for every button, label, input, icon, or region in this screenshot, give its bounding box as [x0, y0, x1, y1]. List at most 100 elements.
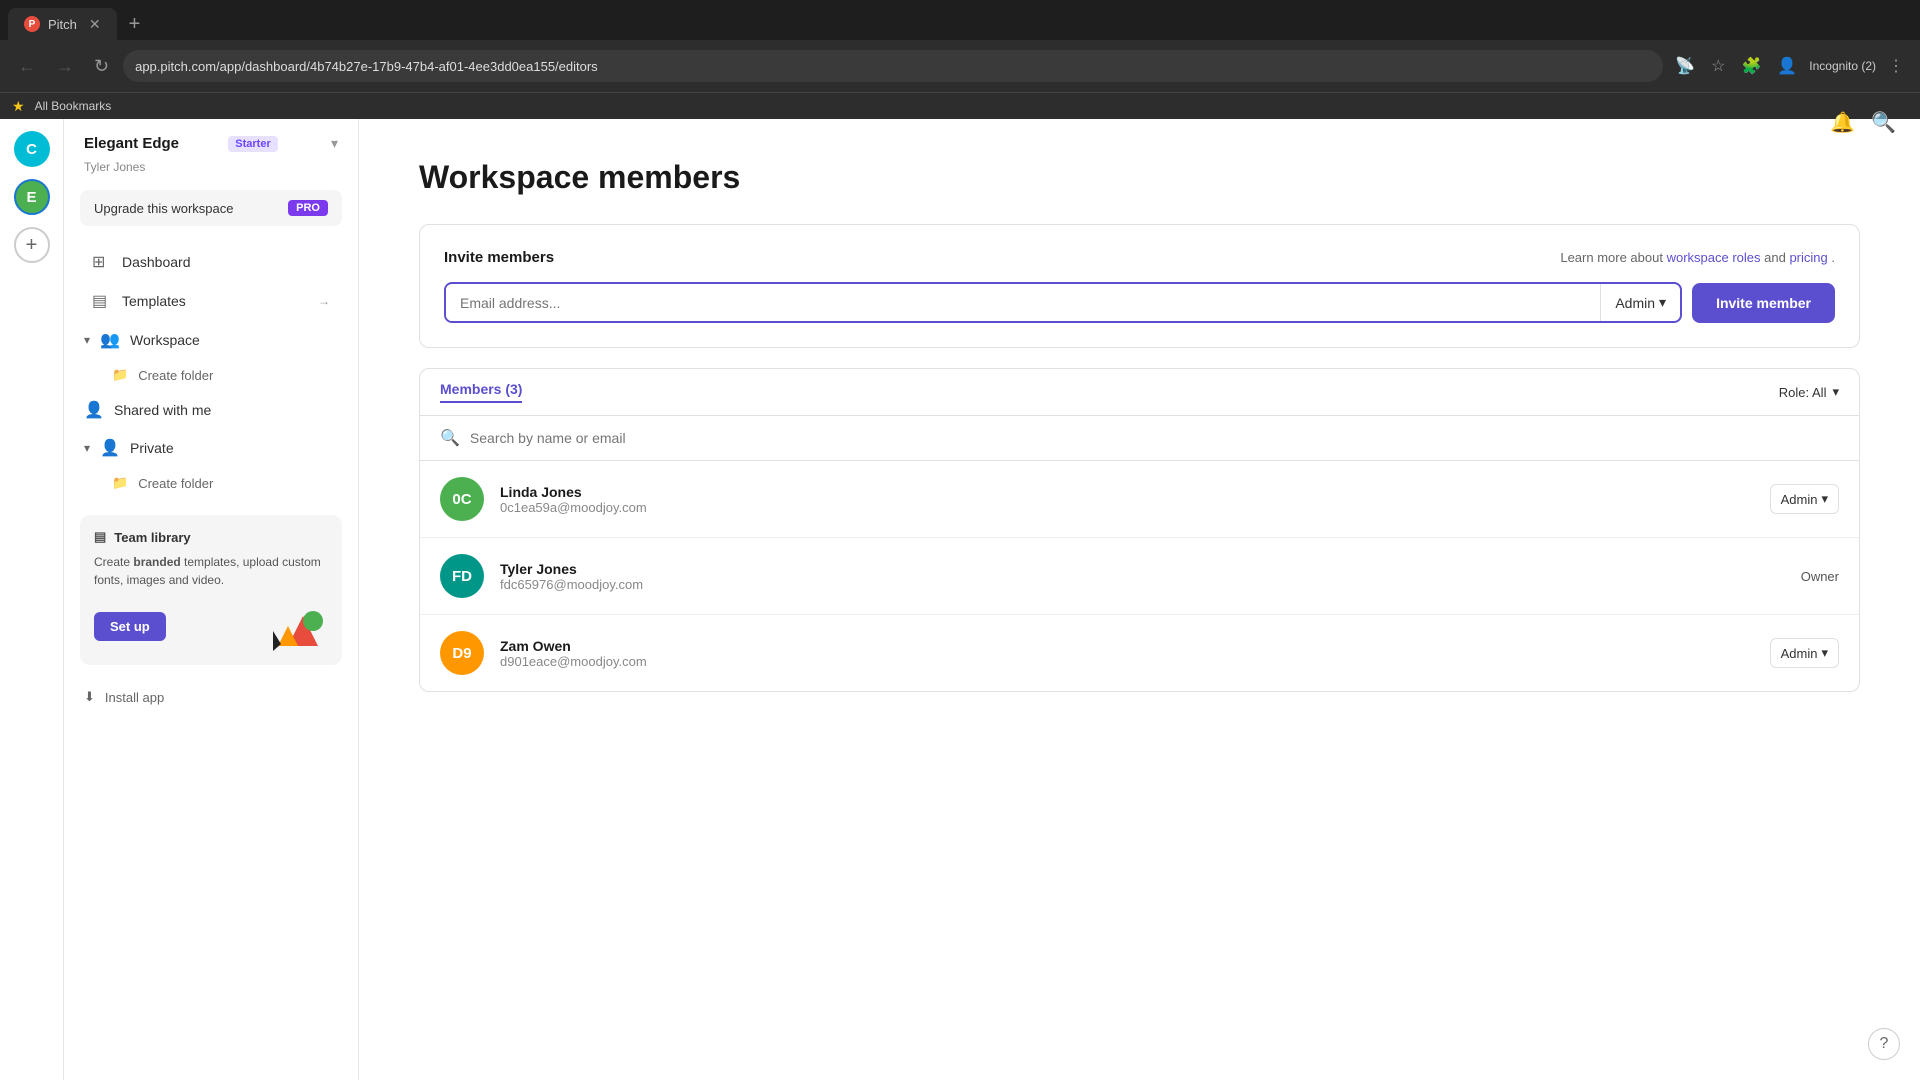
- create-folder-private-icon: 📁: [112, 475, 128, 491]
- all-bookmarks[interactable]: All Bookmarks: [29, 97, 118, 115]
- create-folder-private-label: Create folder: [138, 476, 213, 491]
- member-role-select-0[interactable]: Admin ▾: [1770, 484, 1839, 514]
- sidebar-item-create-folder[interactable]: 📁 Create folder: [64, 359, 358, 391]
- members-tab[interactable]: Members (3): [440, 381, 522, 403]
- cast-button[interactable]: 📡: [1671, 52, 1699, 80]
- member-email-2: d901eace@moodjoy.com: [500, 654, 1754, 669]
- member-search-input[interactable]: [470, 430, 1839, 446]
- page-title: Workspace members: [419, 159, 1860, 196]
- reload-button[interactable]: ↻: [88, 52, 115, 81]
- back-button[interactable]: ←: [12, 52, 42, 81]
- incognito-label: Incognito (2): [1809, 59, 1876, 73]
- workspace-icon: 👥: [100, 330, 120, 350]
- sidebar: Elegant Edge Starter ▾ Tyler Jones Upgra…: [64, 119, 359, 1080]
- team-library-description: Create branded templates, upload custom …: [94, 553, 328, 589]
- templates-icon: ▤: [92, 291, 112, 311]
- invite-title: Invite members: [444, 249, 554, 266]
- active-browser-tab[interactable]: P Pitch ✕: [8, 8, 117, 40]
- invite-learn-more: Learn more about workspace roles and pri…: [1560, 250, 1835, 265]
- sidebar-item-templates[interactable]: ▤ Templates →: [72, 282, 350, 320]
- member-email-1: fdc65976@moodjoy.com: [500, 577, 1785, 592]
- member-avatar-0: 0C: [440, 477, 484, 521]
- profile-button[interactable]: 👤: [1773, 52, 1801, 80]
- sidebar-item-workspace[interactable]: ▾ 👥 Workspace: [64, 321, 358, 359]
- member-search-icon: 🔍: [440, 428, 460, 448]
- menu-button[interactable]: ⋮: [1884, 52, 1908, 80]
- search-icon-topright[interactable]: 🔍: [1871, 119, 1896, 135]
- user-name: Tyler Jones: [64, 160, 358, 186]
- sidebar-item-shared-with-me[interactable]: 👤 Shared with me: [64, 391, 358, 429]
- install-app-label: Install app: [105, 690, 164, 705]
- extensions-button[interactable]: 🧩: [1737, 52, 1765, 80]
- team-library-card: ▤ Team library Create branded templates,…: [80, 515, 342, 665]
- member-search-bar: 🔍: [420, 416, 1859, 461]
- upgrade-workspace-button[interactable]: Upgrade this workspace PRO: [80, 190, 342, 226]
- member-avatar-1: FD: [440, 554, 484, 598]
- workspace-roles-link[interactable]: workspace roles: [1667, 250, 1761, 265]
- member-role-select-2[interactable]: Admin ▾: [1770, 638, 1839, 668]
- help-button[interactable]: ?: [1868, 1028, 1900, 1060]
- notification-icon[interactable]: 🔔: [1830, 119, 1855, 135]
- member-row: D9 Zam Owen d901eace@moodjoy.com Admin ▾: [420, 615, 1859, 691]
- member-info-2: Zam Owen d901eace@moodjoy.com: [500, 638, 1754, 669]
- workspace-name: Elegant Edge: [84, 135, 179, 152]
- address-bar[interactable]: [123, 50, 1663, 82]
- add-workspace-button[interactable]: +: [14, 227, 50, 263]
- member-info-1: Tyler Jones fdc65976@moodjoy.com: [500, 561, 1785, 592]
- tab-close-button[interactable]: ✕: [89, 16, 101, 33]
- team-library-title: Team library: [114, 530, 190, 545]
- member-name-0: Linda Jones: [500, 484, 1754, 500]
- role-dropdown-chevron: ▾: [1659, 294, 1666, 311]
- tab-favicon: P: [24, 16, 40, 32]
- sidebar-item-create-folder-private[interactable]: 📁 Create folder: [64, 467, 358, 499]
- install-app-item[interactable]: ⬇ Install app: [64, 677, 358, 717]
- member-name-2: Zam Owen: [500, 638, 1754, 654]
- sidebar-item-private[interactable]: ▾ 👤 Private: [64, 429, 358, 467]
- member-info-0: Linda Jones 0c1ea59a@moodjoy.com: [500, 484, 1754, 515]
- templates-label: Templates: [122, 293, 186, 309]
- member-avatar-2: D9: [440, 631, 484, 675]
- shared-icon: 👤: [84, 400, 104, 420]
- private-icon: 👤: [100, 438, 120, 458]
- pro-badge: PRO: [288, 200, 328, 216]
- member-row: 0C Linda Jones 0c1ea59a@moodjoy.com Admi…: [420, 461, 1859, 538]
- role-filter-label: Role: All: [1779, 385, 1827, 400]
- create-folder-label: Create folder: [138, 368, 213, 383]
- members-tabs: Members (3) Role: All ▾: [420, 369, 1859, 416]
- email-input-wrap: Admin ▾: [444, 282, 1682, 323]
- active-workspace-avatar[interactable]: E: [14, 179, 50, 215]
- member-role-owner: Owner: [1801, 569, 1839, 584]
- install-app-icon: ⬇: [84, 689, 95, 705]
- forward-button[interactable]: →: [50, 52, 80, 81]
- team-library-icon: ▤: [94, 529, 106, 545]
- role-dropdown-label: Admin: [1615, 295, 1655, 311]
- team-library-setup-button[interactable]: Set up: [94, 612, 166, 641]
- private-label: Private: [130, 440, 174, 456]
- shared-label: Shared with me: [114, 402, 211, 418]
- member-name-1: Tyler Jones: [500, 561, 1785, 577]
- sidebar-header: Elegant Edge Starter ▾: [64, 119, 358, 160]
- email-input[interactable]: [446, 285, 1600, 321]
- sidebar-item-dashboard[interactable]: ⊞ Dashboard: [72, 243, 350, 281]
- role-dropdown[interactable]: Admin ▾: [1600, 284, 1680, 321]
- bookmark-star-button[interactable]: ☆: [1707, 52, 1729, 80]
- invite-member-button[interactable]: Invite member: [1692, 283, 1835, 323]
- pricing-link[interactable]: pricing: [1789, 250, 1827, 265]
- main-content: 🔔 🔍 Workspace members Invite members Lea…: [359, 119, 1920, 1080]
- dashboard-label: Dashboard: [122, 254, 191, 270]
- workspace-label: Workspace: [130, 332, 200, 348]
- dashboard-icon: ⊞: [92, 252, 112, 272]
- role-filter[interactable]: Role: All ▾: [1779, 384, 1839, 400]
- private-chevron: ▾: [84, 441, 90, 455]
- member-email-0: 0c1ea59a@moodjoy.com: [500, 500, 1754, 515]
- all-bookmarks-label: All Bookmarks: [35, 99, 112, 113]
- upgrade-label: Upgrade this workspace: [94, 201, 233, 216]
- workspace-avatar-c[interactable]: C: [14, 131, 50, 167]
- bookmark-star-icon: ★: [12, 98, 25, 115]
- workspace-dropdown-icon[interactable]: ▾: [331, 135, 338, 152]
- new-tab-button[interactable]: +: [121, 9, 149, 40]
- sidebar-nav: ⊞ Dashboard ▤ Templates → ▾ 👥 Workspace …: [64, 238, 358, 503]
- icon-bar: C E +: [0, 119, 64, 1080]
- members-section: Members (3) Role: All ▾ 🔍 0C Linda Jones…: [419, 368, 1860, 692]
- create-folder-icon: 📁: [112, 367, 128, 383]
